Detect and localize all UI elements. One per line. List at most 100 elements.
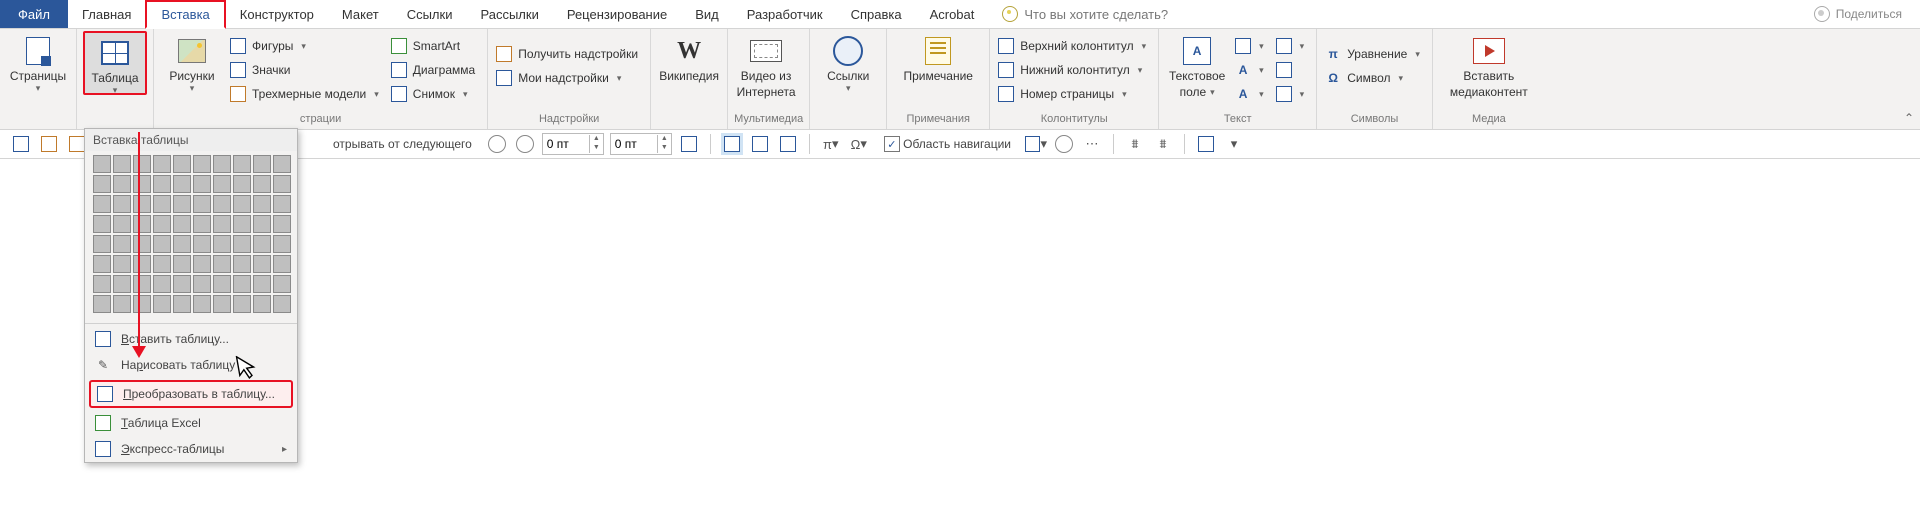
grid-cell[interactable] (233, 215, 251, 233)
grid-cell[interactable] (113, 155, 131, 173)
grid-cell[interactable] (213, 155, 231, 173)
chart-button[interactable]: Диаграмма (389, 59, 481, 81)
menu-excel-table[interactable]: Таблица Excel (85, 410, 297, 436)
grid-cell[interactable] (233, 255, 251, 273)
menu-insert-table[interactable]: Вставить таблицу... (85, 326, 297, 352)
sigline-button[interactable]: ▾ (1274, 35, 1311, 57)
grid-cell[interactable] (113, 215, 131, 233)
grid-cell[interactable] (213, 275, 231, 293)
menu-quick-tables[interactable]: Экспресс-таблицы ▸ (85, 436, 297, 462)
qat-circle3[interactable] (1053, 133, 1075, 155)
grid-cell[interactable] (253, 255, 271, 273)
grid-cell[interactable] (173, 155, 191, 173)
grid-cell[interactable] (133, 155, 151, 173)
quickparts-button[interactable]: ▾ (1233, 35, 1270, 57)
spin-down-icon[interactable]: ▼ (657, 144, 671, 153)
grid-cell[interactable] (173, 235, 191, 253)
grid-cell[interactable] (133, 255, 151, 273)
grid-cell[interactable] (273, 235, 291, 253)
datetime-button[interactable] (1274, 59, 1311, 81)
qat-circle2[interactable] (514, 133, 536, 155)
grid-cell[interactable] (233, 275, 251, 293)
grid-cell[interactable] (133, 295, 151, 313)
pagenum-button[interactable]: Номер страницы▾ (996, 83, 1152, 105)
grid-cell[interactable] (153, 175, 171, 193)
grid-cell[interactable] (173, 195, 191, 213)
shapes-button[interactable]: Фигуры▾ (228, 35, 385, 57)
grid-cell[interactable] (273, 215, 291, 233)
grid-cell[interactable] (133, 195, 151, 213)
grid-cell[interactable] (153, 255, 171, 273)
grid-cell[interactable] (253, 195, 271, 213)
equation-button[interactable]: πУравнение▾ (1323, 43, 1426, 65)
tab-view[interactable]: Вид (681, 0, 733, 28)
symbol-button[interactable]: ΩСимвол▾ (1323, 67, 1426, 89)
grid-cell[interactable] (253, 295, 271, 313)
spacing-before-spinner[interactable]: ▲▼ (542, 133, 604, 155)
header-button[interactable]: Верхний колонтитул▾ (996, 35, 1152, 57)
pages-button[interactable]: Страницы ▾ (6, 31, 70, 91)
grid-cell[interactable] (113, 195, 131, 213)
grid-cell[interactable] (113, 295, 131, 313)
grid-cell[interactable] (193, 275, 211, 293)
icons-button[interactable]: Значки (228, 59, 385, 81)
grid-cell[interactable] (213, 255, 231, 273)
spin-down-icon[interactable]: ▼ (589, 144, 603, 153)
tab-home[interactable]: Главная (68, 0, 145, 28)
spacing-after-spinner[interactable]: ▲▼ (610, 133, 672, 155)
grid-cell[interactable] (93, 255, 111, 273)
comment-button[interactable]: Примечание (893, 31, 983, 83)
qat-tree1-button[interactable]: ⩩ (1124, 133, 1146, 155)
qat-new-button[interactable] (10, 133, 32, 155)
grid-cell[interactable] (133, 175, 151, 193)
menu-convert-to-table[interactable]: Преобразовать в таблицу... (89, 380, 293, 408)
tab-mailings[interactable]: Рассылки (466, 0, 552, 28)
grid-cell[interactable] (173, 175, 191, 193)
grid-cell[interactable] (113, 175, 131, 193)
grid-cell[interactable] (233, 295, 251, 313)
spacing-after-input[interactable] (611, 135, 657, 153)
tab-layout[interactable]: Макет (328, 0, 393, 28)
keep-with-next-toggle[interactable]: отрывать от следующего (325, 133, 480, 155)
object-button[interactable]: ▾ (1274, 83, 1311, 105)
grid-cell[interactable] (153, 155, 171, 173)
grid-cell[interactable] (253, 215, 271, 233)
grid-cell[interactable] (273, 195, 291, 213)
grid-cell[interactable] (193, 235, 211, 253)
grid-cell[interactable] (93, 175, 111, 193)
grid-cell[interactable] (213, 295, 231, 313)
grid-cell[interactable] (133, 275, 151, 293)
qat-tree2-button[interactable]: ⩩ (1152, 133, 1174, 155)
online-video-button[interactable]: Видео из Интернета (734, 31, 798, 99)
qat-grid-button[interactable]: ▾ (1025, 133, 1047, 155)
menu-draw-table[interactable]: ✎ Нарисовать таблицу (85, 352, 297, 378)
spacing-before-input[interactable] (543, 135, 589, 153)
grid-cell[interactable] (173, 215, 191, 233)
tab-developer[interactable]: Разработчик (733, 0, 837, 28)
my-addins-button[interactable]: Мои надстройки▾ (494, 67, 644, 89)
grid-cell[interactable] (273, 275, 291, 293)
dropcap-button[interactable]: A▾ (1233, 83, 1270, 105)
grid-cell[interactable] (93, 155, 111, 173)
spin-up-icon[interactable]: ▲ (657, 135, 671, 144)
grid-cell[interactable] (93, 215, 111, 233)
grid-cell[interactable] (193, 215, 211, 233)
grid-cell[interactable] (113, 235, 131, 253)
qat-weblayout-button[interactable] (777, 133, 799, 155)
grid-cell[interactable] (253, 235, 271, 253)
qat-circle1[interactable] (486, 133, 508, 155)
share-button[interactable]: Поделиться (1814, 0, 1920, 28)
screenshot-button[interactable]: Снимок▾ (389, 83, 481, 105)
grid-cell[interactable] (253, 155, 271, 173)
tab-review[interactable]: Рецензирование (553, 0, 681, 28)
qat-indent-button[interactable] (678, 133, 700, 155)
links-button[interactable]: Ссылки ▾ (816, 31, 880, 91)
tab-design[interactable]: Конструктор (226, 0, 328, 28)
grid-cell[interactable] (273, 155, 291, 173)
grid-cell[interactable] (273, 295, 291, 313)
grid-cell[interactable] (113, 275, 131, 293)
grid-cell[interactable] (153, 195, 171, 213)
qat-symbol-button[interactable]: Ω▾ (848, 133, 870, 155)
wikipedia-button[interactable]: W Википедия (657, 31, 721, 83)
grid-cell[interactable] (93, 295, 111, 313)
